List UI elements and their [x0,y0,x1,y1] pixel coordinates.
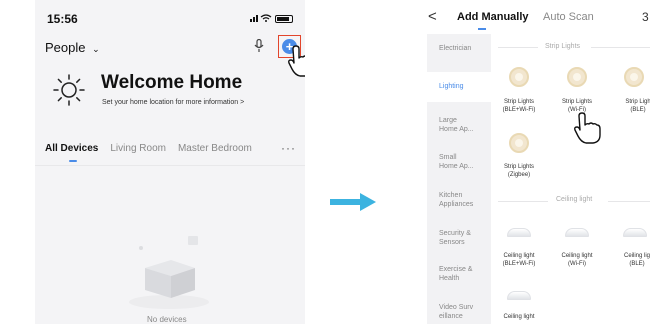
section-divider [498,47,538,48]
microphone-icon[interactable] [254,38,264,56]
sidebar-item-security-sensors[interactable]: Security & Sensors [427,229,479,247]
tab-auto-scan[interactable]: Auto Scan [543,11,594,23]
sidebar-item-exercise-health[interactable]: Exercise & Health [427,265,479,283]
add-device-screen: < Add Manually Auto Scan 3 Electrician L… [423,0,650,324]
welcome-title: Welcome Home [101,72,243,93]
tab-overflow[interactable]: 3 [642,10,649,24]
device-label[interactable]: Ceiling lig (BLE) [609,252,650,268]
ceiling-light-icon[interactable] [507,291,531,300]
device-label[interactable]: Strip Lights (Zigbee) [491,163,547,179]
status-time: 15:56 [47,12,78,26]
empty-state-text: No devices [147,315,187,324]
strip-light-icon[interactable] [509,133,529,153]
section-title-strip-lights: Strip Lights [545,43,581,50]
chevron-down-icon: ⌄ [92,44,100,54]
tab-living-room[interactable]: Living Room [110,143,166,154]
back-button[interactable]: < [428,8,437,25]
ceiling-light-icon[interactable] [565,228,589,237]
signal-wifi-icon [250,13,272,24]
empty-box-icon [125,232,215,315]
device-label[interactable]: Strip Ligh (BLE) [610,98,650,114]
home-selector[interactable]: People ⌄ [45,40,100,55]
room-tabs: All Devices Living Room Master Bedroom [45,143,252,154]
ceiling-light-icon[interactable] [507,228,531,237]
strip-light-icon[interactable] [624,67,644,87]
more-rooms-button[interactable]: ··· [281,141,296,155]
ceiling-light-icon[interactable] [623,228,647,237]
tab-divider [35,165,305,166]
set-location-link[interactable]: Set your home location for more informat… [102,99,244,106]
sun-icon [53,74,85,111]
pointing-hand-icon [287,45,305,82]
arrow-right-icon [330,193,376,216]
device-label[interactable]: Ceiling light [491,313,547,321]
pointing-hand-icon [573,112,603,149]
section-divider [608,201,650,202]
sidebar-item-video-surveillance[interactable]: Video Surv eillance [427,303,479,321]
active-tab-indicator [478,28,486,30]
sidebar-item-large-home-appliances[interactable]: Large Home Ap... [427,116,475,134]
device-label[interactable]: Ceiling light (Wi-Fi) [549,252,605,268]
strip-light-icon[interactable] [567,67,587,87]
tab-add-manually[interactable]: Add Manually [457,11,529,23]
strip-light-icon[interactable] [509,67,529,87]
battery-icon [275,15,293,23]
tab-all-devices[interactable]: All Devices [45,143,98,154]
device-label[interactable]: Ceiling light (BLE+Wi-Fi) [491,252,547,268]
section-divider [591,47,650,48]
tab-master-bedroom[interactable]: Master Bedroom [178,143,252,154]
sidebar-item-electrician[interactable]: Electrician [427,44,491,64]
section-title-ceiling-light: Ceiling light [556,196,593,203]
section-divider [498,201,548,202]
device-label[interactable]: Strip Lights (BLE+Wi-Fi) [491,98,547,114]
sidebar-item-kitchen-appliances[interactable]: Kitchen Appliances [427,191,483,209]
sidebar-item-small-home-appliances[interactable]: Small Home Ap... [427,153,475,171]
sidebar-item-lighting[interactable]: Lighting [427,72,491,102]
active-tab-indicator [69,160,77,162]
home-screen: 15:56 People ⌄ + Welcome Home Set your h… [35,0,305,324]
category-sidebar: Electrician Lighting Large Home Ap... Sm… [427,34,491,324]
home-selector-label: People [45,40,86,55]
